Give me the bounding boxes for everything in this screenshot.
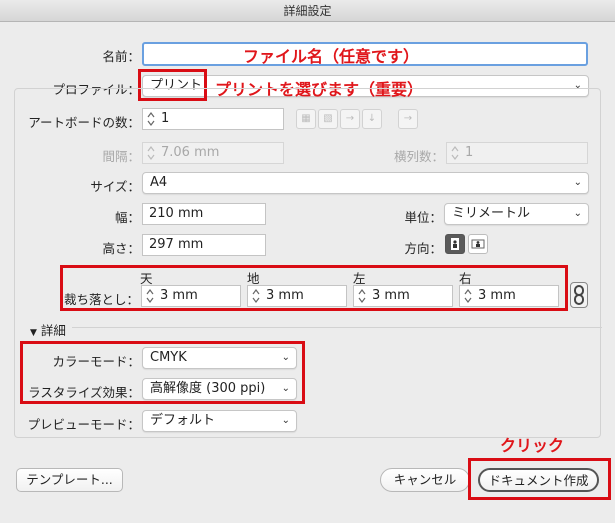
size-select[interactable]: A4 ⌄ <box>142 172 589 194</box>
stepper-icon <box>450 145 460 161</box>
right-to-left-icon[interactable]: → <box>398 109 418 129</box>
portrait-icon <box>451 238 459 250</box>
spacing-value: 7.06 mm <box>161 145 220 160</box>
triangle-down-icon: ▼ <box>30 328 37 338</box>
advanced-disclosure[interactable]: ▼ 詳細 <box>30 320 66 339</box>
stepper-icon <box>146 145 156 161</box>
stepper-icon[interactable] <box>146 111 156 127</box>
divider <box>72 327 602 328</box>
link-bleed-button[interactable] <box>570 282 588 308</box>
width-label: 幅： <box>114 210 140 225</box>
size-value: A4 <box>150 175 168 190</box>
landscape-icon <box>471 239 485 249</box>
grid-by-column-icon[interactable]: ▧ <box>318 109 338 129</box>
create-highlight-box <box>468 458 611 500</box>
name-label: 名前： <box>102 49 140 64</box>
advanced-label: 詳細 <box>40 323 66 338</box>
chevron-down-icon: ⌄ <box>281 415 290 426</box>
chevron-down-icon: ⌄ <box>573 208 582 219</box>
spacing-label: 間隔： <box>102 149 140 164</box>
artboards-label: アートボードの数： <box>28 115 140 130</box>
height-input[interactable]: 297 mm <box>142 234 266 256</box>
size-label: サイズ： <box>90 179 140 194</box>
color-raster-highlight-box <box>20 341 305 404</box>
preview-label: プレビューモード： <box>27 417 140 432</box>
templates-button[interactable]: テンプレート... <box>16 468 123 492</box>
width-input[interactable]: 210 mm <box>142 203 266 225</box>
units-value: ミリメートル <box>452 206 531 221</box>
bleed-highlight-box <box>60 265 568 311</box>
artboards-count-value: 1 <box>161 111 170 126</box>
chevron-down-icon: ⌄ <box>573 177 582 188</box>
grid-by-row-icon[interactable]: ▦ <box>296 109 316 129</box>
height-label: 高さ： <box>102 241 140 256</box>
units-select[interactable]: ミリメートル ⌄ <box>444 203 589 225</box>
name-annotation: ファイル名（任意です） <box>243 47 420 66</box>
landscape-orientation-button[interactable] <box>468 234 488 254</box>
artboards-count-input[interactable]: 1 <box>142 108 284 130</box>
portrait-orientation-button[interactable] <box>445 234 465 254</box>
cancel-button[interactable]: キャンセル <box>380 468 470 492</box>
columns-label: 横列数： <box>393 149 444 164</box>
units-label: 単位： <box>404 210 442 225</box>
columns-input[interactable]: 1 <box>446 142 588 164</box>
preview-select[interactable]: デフォルト ⌄ <box>142 410 297 432</box>
arrange-by-row-icon[interactable]: → <box>340 109 360 129</box>
spacing-input[interactable]: 7.06 mm <box>142 142 284 164</box>
orientation-label: 方向： <box>404 241 442 256</box>
click-annotation: クリック <box>500 436 565 455</box>
columns-value: 1 <box>465 145 474 160</box>
chain-link-icon <box>574 285 584 305</box>
arrange-by-column-icon[interactable]: ↓ <box>362 109 382 129</box>
window-title: 詳細設定 <box>283 4 332 18</box>
window-title-bar: 詳細設定 <box>0 0 615 22</box>
preview-value: デフォルト <box>150 413 216 428</box>
